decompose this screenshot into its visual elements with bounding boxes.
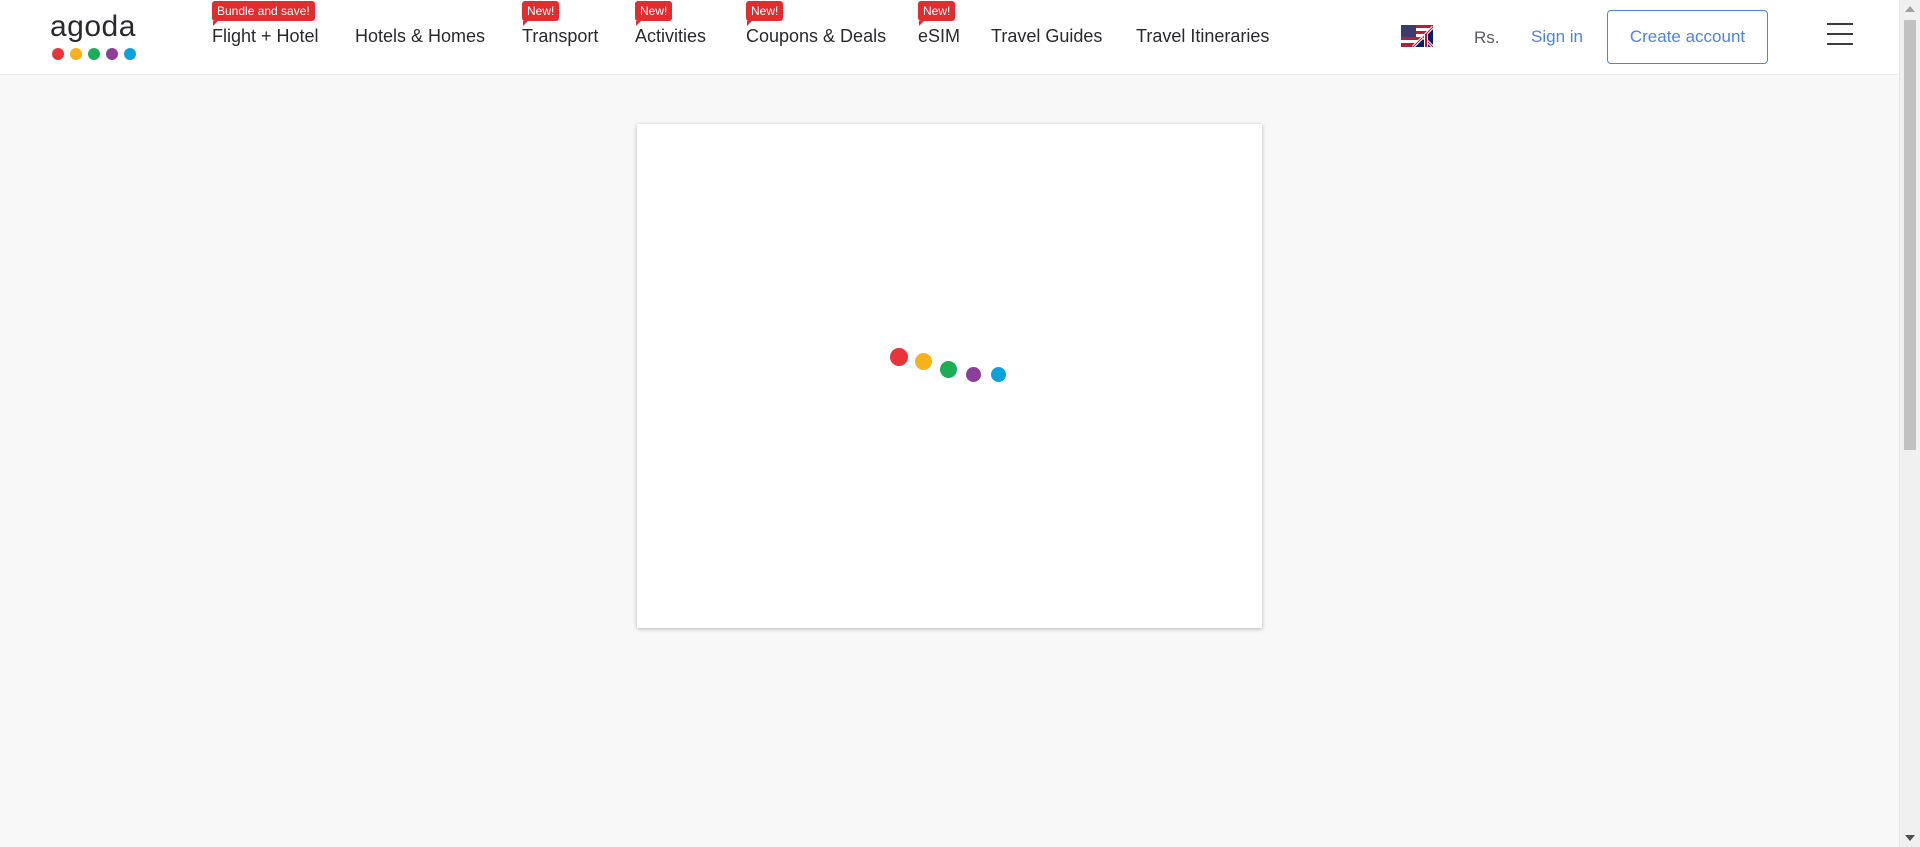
top-header: agoda Bundle and save! Flight + Hotel Ho…	[0, 0, 1899, 75]
nav-item-label: eSIM	[918, 26, 961, 46]
nav-badge-new: New!	[918, 1, 956, 26]
nav-item-transport[interactable]: New! Transport	[522, 1, 599, 47]
logo-dot-purple	[106, 48, 118, 60]
nav-badge-new: New!	[635, 1, 673, 26]
logo-dot-green	[88, 48, 100, 60]
scroll-down-arrow-icon[interactable]	[1905, 835, 1915, 841]
nav-item-travel-itineraries[interactable]: Travel Itineraries	[1136, 26, 1269, 47]
nav-item-label: Coupons & Deals	[746, 26, 887, 46]
loading-dot-blue	[991, 367, 1006, 382]
loading-dot-purple	[966, 367, 981, 382]
logo-dots	[52, 48, 136, 60]
loading-dot-green	[940, 361, 957, 378]
nav-item-travel-guides[interactable]: Travel Guides	[991, 26, 1102, 47]
nav-item-activities[interactable]: New! Activities	[635, 1, 707, 47]
sign-in-link[interactable]: Sign in	[1531, 27, 1583, 47]
nav-item-label: Hotels & Homes	[355, 26, 486, 46]
nav-item-label: Activities	[635, 26, 707, 46]
logo-text: agoda	[50, 10, 136, 43]
agoda-logo[interactable]: agoda	[50, 10, 142, 62]
loading-dot-yellow	[915, 353, 932, 370]
logo-dot-red	[52, 48, 64, 60]
scroll-thumb[interactable]	[1904, 20, 1916, 450]
currency-selector[interactable]: Rs.	[1474, 28, 1500, 48]
scroll-up-arrow-icon[interactable]	[1905, 6, 1915, 12]
nav-item-label: Travel Itineraries	[1136, 26, 1270, 46]
menu-line	[1827, 33, 1853, 35]
logo-dot-yellow	[70, 48, 82, 60]
nav-item-label: Transport	[522, 26, 599, 46]
uk-flag-icon[interactable]	[1401, 25, 1433, 47]
menu-line	[1827, 43, 1853, 45]
nav-item-label: Flight + Hotel	[212, 26, 319, 46]
nav-item-hotels-homes[interactable]: Hotels & Homes	[355, 26, 485, 47]
nav-item-label: Travel Guides	[991, 26, 1103, 46]
nav-badge-new: New!	[746, 1, 784, 26]
menu-line	[1827, 23, 1853, 25]
nav-badge-bundle: Bundle and save!	[212, 1, 315, 26]
nav-item-coupons-deals[interactable]: New! Coupons & Deals	[746, 1, 887, 47]
loading-panel	[637, 124, 1262, 628]
vertical-scrollbar[interactable]	[1899, 0, 1920, 847]
nav-item-esim[interactable]: New! eSIM	[918, 1, 961, 47]
hamburger-menu-icon[interactable]	[1827, 23, 1853, 45]
nav-item-flight-hotel[interactable]: Bundle and save! Flight + Hotel	[212, 1, 319, 47]
loading-dot-red	[890, 348, 908, 366]
create-account-button[interactable]: Create account	[1607, 10, 1768, 64]
logo-dot-blue	[124, 48, 136, 60]
nav-badge-new: New!	[522, 1, 560, 26]
